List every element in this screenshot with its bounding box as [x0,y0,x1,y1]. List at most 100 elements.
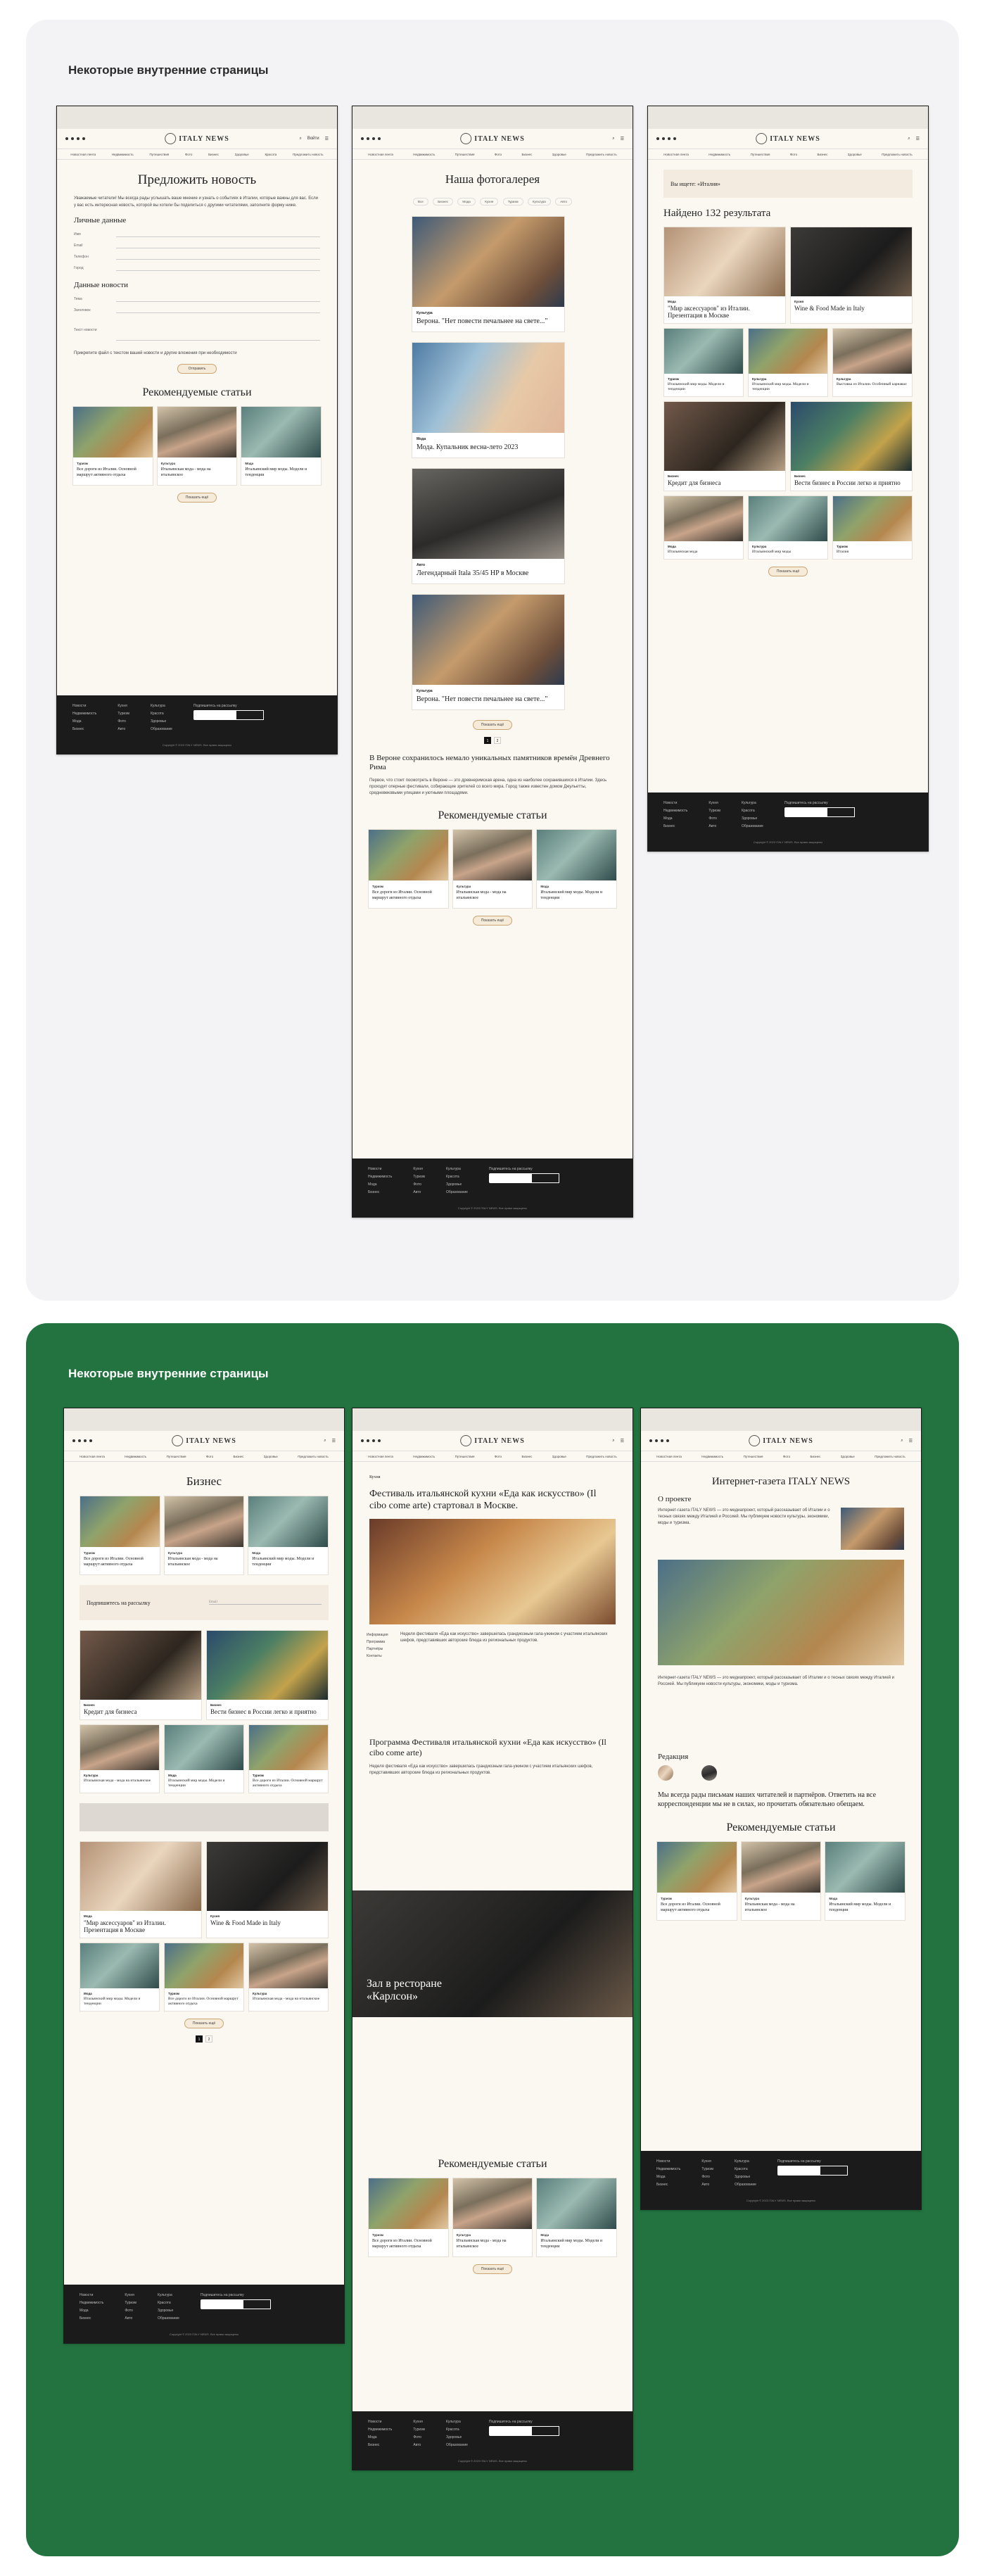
result-card[interactable]: Кухня Wine & Food Made in Italy [790,227,913,324]
rec-card[interactable]: Мода Итальянский мир моды. Модели и тенде… [536,829,618,909]
sidebar-link[interactable]: Программа [367,1639,395,1646]
gallery-card[interactable]: Авто Легендарный Itala 35/45 HP в Москве [412,468,565,584]
show-more-button[interactable]: Показать ещё [177,493,217,503]
filter-pill[interactable]: Туризм [502,198,523,206]
article-card[interactable]: Мода Итальянский мир моды. Модели и тенде… [80,1943,160,2012]
article-card[interactable]: Кухня Wine & Food Made in Italy [206,1841,329,1938]
menu-icon[interactable]: ☰ [621,137,624,141]
show-more-button[interactable]: Показать ещё [768,567,808,576]
footer-email-input[interactable] [193,710,264,720]
search-icon[interactable]: ⌕ [299,137,301,141]
search-icon[interactable]: ⌕ [612,137,614,141]
menu-icon[interactable]: ☰ [916,137,920,141]
rec-card[interactable]: Мода Итальянский мир моды. Модели и тенде… [241,406,322,486]
show-more-button[interactable]: Показать ещё [473,2264,512,2274]
article-card[interactable]: Мода Итальянский мир моды. Модели и тенде… [164,1724,244,1793]
article-tag[interactable]: Кухня [352,1473,633,1482]
result-card[interactable]: Бизнес Кредит для бизнеса [663,401,786,491]
rec-card[interactable]: Культура Итальянская мода - мода на италь… [452,829,533,909]
result-card[interactable]: Мода Итальянская мода [663,495,744,560]
nav-item[interactable]: Новостная лента [70,153,96,156]
nav-item[interactable]: Предложить новость [293,153,324,156]
sidebar-link[interactable]: Контакты [367,1653,395,1660]
page-suggest-news: ITALY NEWS ⌕ Войти ☰ Новостная лента Недви… [56,106,338,755]
login-link[interactable]: Войти [307,137,319,141]
show-more-button[interactable]: Показать ещё [184,2019,224,2028]
result-card[interactable]: Туризм Итальянский мир моды. Модели и тен… [663,328,744,397]
rec-card[interactable]: Культура Итальянская мода - мода на италь… [452,2178,533,2257]
nav-item[interactable]: Фото [185,153,192,156]
result-card[interactable]: Мода "Мир аксессуаров" из Италии. Презент… [663,227,786,324]
result-card[interactable]: Бизнес Вести бизнес в России легко и прия… [790,401,913,491]
page-about: ITALY NEWS ⌕ ☰ Новостная лента Недвижимост… [640,1408,922,2210]
article-card[interactable]: Мода "Мир аксессуаров" из Италии. Презент… [80,1841,202,1938]
rec-card[interactable]: Культура Итальянская мода - мода на италь… [163,1496,245,1575]
article-card[interactable]: Бизнес Вести бизнес в России легко и прия… [206,1630,329,1720]
menu-icon[interactable]: ☰ [325,137,329,141]
nav-item[interactable]: Недвижимость [112,153,134,156]
rec-card[interactable]: Мода Итальянский мир моды. Модели и тенде… [825,1841,906,1921]
rec-card[interactable]: Туризм Все дороги из Италии. Основной мар… [368,829,449,909]
search-icon[interactable]: ⌕ [908,137,910,141]
field-city[interactable]: Город [57,263,337,274]
result-card[interactable]: Культура Итальянский мир моды [748,495,828,560]
site-footer: Новости Недвижимость Мода Бизнес Кухня Туриз… [648,793,928,851]
filter-pill[interactable]: Культура [528,198,551,206]
about-quote: Мы всегда рады письмам наших читателей и… [658,1791,877,1808]
search-icon[interactable]: ⌕ [901,1439,903,1444]
result-card[interactable]: Туризм Италия [832,495,913,560]
gallery-card[interactable]: Культура Верона. "Нет повести печальнее н… [412,216,565,332]
sidebar-link[interactable]: Информация [367,1631,395,1639]
menu-icon[interactable]: ☰ [909,1439,913,1444]
filter-bar: Все Бизнес Мода Кухня Туризм Культура Ав… [352,194,633,206]
menu-icon[interactable]: ☰ [621,1439,624,1444]
submit-button[interactable]: Отправить [177,364,217,374]
rec-card[interactable]: Туризм Все дороги из Италии. Основной мар… [368,2178,449,2257]
search-box[interactable]: Вы ищете: «Италия» [663,170,913,198]
filter-pill[interactable]: Все [412,198,428,206]
gallery-card[interactable]: Культура Верона. "Нет повести печальнее н… [412,594,565,710]
result-card[interactable]: Культура Выставка из Италии. Особенный ка… [832,328,913,397]
rec-card[interactable]: Мода Итальянский мир моды. Модели и тенде… [248,1496,329,1575]
result-card[interactable]: Культура Итальянский мир моды. Модели и т… [748,328,828,397]
filter-pill[interactable]: Авто [555,198,573,206]
menu-icon[interactable]: ☰ [332,1439,336,1444]
nav-item[interactable]: Бизнес [208,153,219,156]
show-more-button[interactable]: Показать ещё [473,916,512,926]
article-card[interactable]: Культура Итальянская мода - мода на италь… [248,1943,329,2012]
filter-pill[interactable]: Мода [457,198,476,206]
rec-card[interactable]: Мода Итальянский мир моды. Модели и тенде… [536,2178,618,2257]
field-email[interactable]: Email [57,240,337,251]
article-card[interactable]: Культура Итальянская мода - мода на италь… [80,1724,160,1793]
page-title: Предложить новость [137,172,257,187]
nav-item[interactable]: Путешествия [150,153,170,156]
article-card[interactable]: Бизнес Кредит для бизнеса [80,1630,202,1720]
nav-item[interactable]: Здоровье [235,153,249,156]
field-name[interactable]: Имя [57,229,337,240]
site-logo[interactable]: ITALY NEWS [165,133,229,144]
sidebar-link[interactable]: Партнёры [367,1646,395,1653]
filter-pill[interactable]: Кухня [480,198,499,206]
search-icon[interactable]: ⌕ [612,1439,614,1444]
field-phone[interactable]: Телефон [57,251,337,263]
filter-pill[interactable]: Бизнес [433,198,453,206]
nav-item[interactable]: Красота [265,153,277,156]
rec-card[interactable]: Туризм Все дороги из Италии. Основной мар… [80,1496,160,1575]
show-more-button[interactable]: Показать ещё [473,720,512,730]
field-text[interactable]: Текст новости [57,316,337,344]
search-icon[interactable]: ⌕ [324,1439,326,1444]
article-card[interactable]: Туризм Все дороги из Италии. Основной мар… [164,1943,244,2012]
attach-label[interactable]: Прикрепите файл с текстом вашей новости … [57,350,337,357]
rec-card[interactable]: Культура Итальянская мода - мода на италь… [740,1841,822,1921]
field-topic[interactable]: Тема [57,293,337,305]
gallery-card[interactable]: Мода Мода. Купальник весна-лето 2023 [412,342,565,458]
field-headline[interactable]: Заголовок [57,305,337,316]
rec-card[interactable]: Туризм Все дороги из Италии. Основной мар… [72,406,153,486]
rec-card[interactable]: Культура Итальянская мода - мода на италь… [156,406,238,486]
article-card[interactable]: Туризм Все дороги из Италии. Основной мар… [248,1724,329,1793]
program-title: Программа Фестиваля итальянской кухни «Е… [369,1737,606,1757]
rec-card[interactable]: Туризм Все дороги из Италии. Основной мар… [656,1841,737,1921]
article-heading: В Вероне сохранилось немало уникальных п… [369,754,610,771]
newsletter-email-input[interactable]: Email [209,1600,322,1605]
social-icons[interactable] [65,137,85,140]
